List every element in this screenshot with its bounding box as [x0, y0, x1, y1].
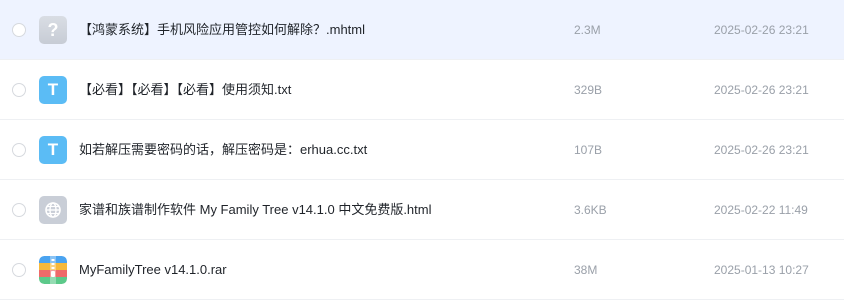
- file-row[interactable]: MyFamilyTree v14.1.0.rar 38M 2025-01-13 …: [0, 240, 844, 300]
- file-name[interactable]: MyFamilyTree v14.1.0.rar: [79, 261, 227, 279]
- file-row[interactable]: T 如若解压需要密码的话，解压密码是：erhua.cc.txt 107B 202…: [0, 120, 844, 180]
- file-size: 3.6KB: [574, 203, 607, 217]
- file-row[interactable]: ? 【鸿蒙系统】手机风险应用管控如何解除？.mhtml 2.3M 2025-02…: [0, 0, 844, 60]
- row-checkbox[interactable]: [12, 23, 26, 37]
- file-row[interactable]: T 【必看】【必看】【必看】使用须知.txt 329B 2025-02-26 2…: [0, 60, 844, 120]
- file-date: 2025-02-26 23:21: [714, 23, 809, 37]
- html-globe-icon: [39, 196, 67, 224]
- file-date: 2025-02-26 23:21: [714, 83, 809, 97]
- txt-file-icon: T: [39, 76, 67, 104]
- unknown-file-icon: ?: [39, 16, 67, 44]
- file-name[interactable]: 【鸿蒙系统】手机风险应用管控如何解除？.mhtml: [79, 21, 365, 39]
- file-name[interactable]: 家谱和族谱制作软件 My Family Tree v14.1.0 中文免费版.h…: [79, 201, 432, 219]
- rar-archive-icon: [39, 256, 67, 284]
- file-size: 107B: [574, 143, 603, 157]
- file-name[interactable]: 【必看】【必看】【必看】使用须知.txt: [79, 81, 291, 99]
- row-checkbox[interactable]: [12, 203, 26, 217]
- row-checkbox[interactable]: [12, 83, 26, 97]
- row-checkbox[interactable]: [12, 263, 26, 277]
- file-list: ? 【鸿蒙系统】手机风险应用管控如何解除？.mhtml 2.3M 2025-02…: [0, 0, 844, 300]
- file-size: 329B: [574, 83, 603, 97]
- txt-file-icon: T: [39, 136, 67, 164]
- file-size: 38M: [574, 263, 598, 277]
- file-size: 2.3M: [574, 23, 601, 37]
- file-date: 2025-02-26 23:21: [714, 143, 809, 157]
- row-checkbox[interactable]: [12, 143, 26, 157]
- file-name[interactable]: 如若解压需要密码的话，解压密码是：erhua.cc.txt: [79, 141, 367, 159]
- file-date: 2025-01-13 10:27: [714, 263, 809, 277]
- file-row[interactable]: 家谱和族谱制作软件 My Family Tree v14.1.0 中文免费版.h…: [0, 180, 844, 240]
- file-date: 2025-02-22 11:49: [714, 203, 808, 217]
